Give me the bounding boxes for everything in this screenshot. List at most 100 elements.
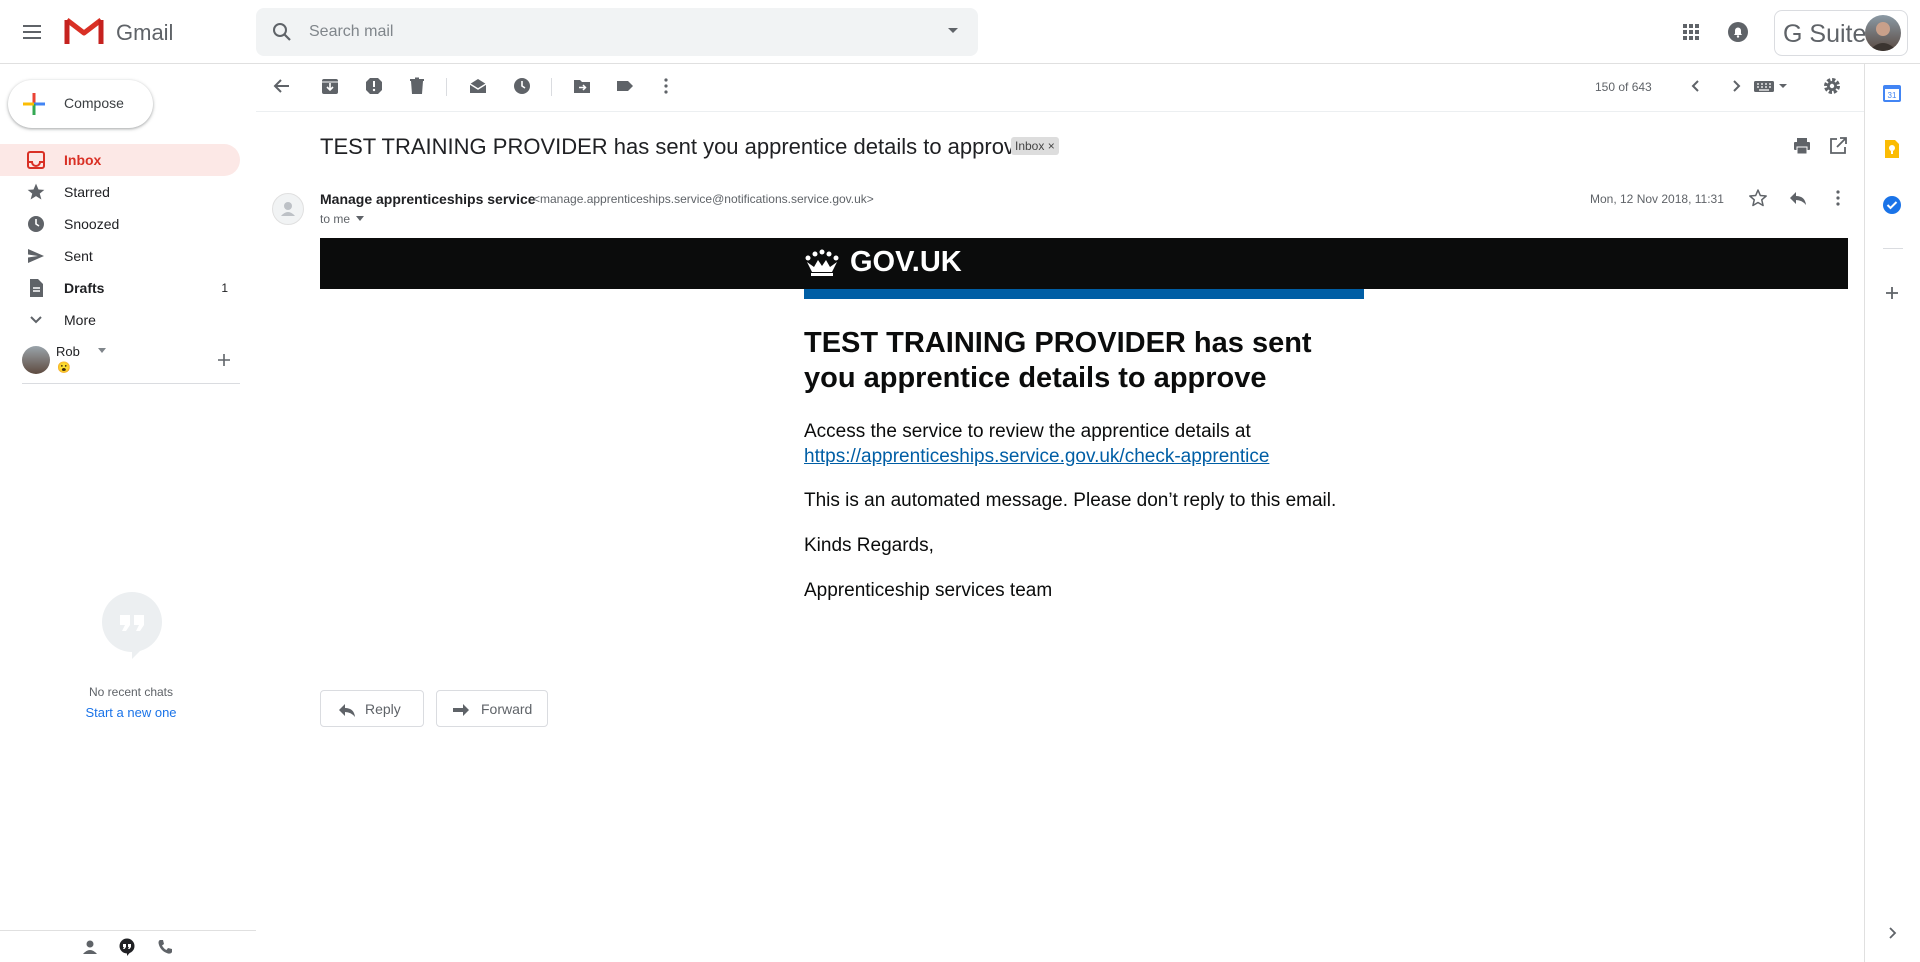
side-panel-divider: [1883, 248, 1903, 249]
expand-panel-icon[interactable]: [1881, 922, 1903, 944]
send-icon: [26, 246, 46, 266]
sidebar-item-label: Snoozed: [64, 216, 120, 232]
gsuite-logo: G Suite: [1783, 20, 1867, 48]
apprentice-check-link[interactable]: https://apprenticeships.service.gov.uk/c…: [804, 446, 1269, 467]
gmail-wordmark[interactable]: Gmail: [116, 20, 173, 46]
compose-button[interactable]: Compose: [8, 80, 153, 128]
move-to-icon[interactable]: [572, 76, 592, 96]
sidebar-item-label: Drafts: [64, 280, 105, 296]
add-addon-plus-icon[interactable]: [1881, 282, 1903, 304]
calendar-icon[interactable]: 31: [1881, 82, 1903, 104]
sidebar-item-label: More: [64, 312, 96, 328]
phone-icon[interactable]: [155, 937, 175, 957]
search-box[interactable]: Search mail: [256, 8, 978, 56]
archive-icon[interactable]: [320, 76, 340, 96]
delete-icon[interactable]: [407, 76, 427, 96]
govuk-header-bar: GOV.UK: [320, 238, 1848, 289]
email-subject: TEST TRAINING PROVIDER has sent you appr…: [320, 134, 1028, 159]
show-details-icon[interactable]: [356, 216, 364, 221]
sender-name[interactable]: Manage apprenticeships service: [320, 191, 536, 207]
sidebar-item-label: Inbox: [64, 152, 102, 168]
star-outline-icon[interactable]: [1748, 188, 1768, 208]
forward-button[interactable]: Forward: [436, 690, 548, 727]
sidebar-item-sent[interactable]: Sent: [0, 240, 240, 272]
search-input[interactable]: Search mail: [309, 23, 393, 41]
keyboard-icon[interactable]: [1753, 76, 1793, 96]
no-chats-text: No recent chats: [88, 685, 174, 699]
snooze-icon[interactable]: [512, 76, 532, 96]
divider: [22, 383, 240, 384]
compose-plus-icon: [22, 92, 46, 116]
forward-label: Forward: [481, 701, 533, 717]
hangouts-quote-icon: [101, 591, 163, 659]
clock-icon: [26, 214, 46, 234]
side-panel: 31: [1864, 64, 1920, 962]
email-paragraph: This is an automated message. Please don…: [804, 490, 1337, 511]
toolbar-divider: [551, 78, 552, 96]
chevron-left-icon[interactable]: [1686, 76, 1706, 96]
message-toolbar: 150 of 643: [256, 64, 1864, 112]
reply-label: Reply: [365, 701, 401, 717]
report-spam-icon[interactable]: [364, 76, 384, 96]
email-body-text: Access the service to review the apprent…: [804, 421, 1251, 442]
hangouts-bottom-bar: [0, 930, 256, 962]
hangouts-user[interactable]: Rob 😮: [22, 344, 240, 384]
more-vert-icon[interactable]: [1828, 188, 1848, 208]
govuk-logo-text: GOV.UK: [850, 246, 962, 278]
keep-icon[interactable]: [1881, 138, 1903, 160]
gmail-logo-icon[interactable]: [64, 16, 104, 46]
inbox-label-badge[interactable]: Inbox ×: [1011, 137, 1059, 155]
chevron-right-icon[interactable]: [1726, 76, 1746, 96]
notifications-icon[interactable]: [1726, 20, 1750, 44]
sender-avatar[interactable]: [272, 193, 304, 225]
hangouts-avatar[interactable]: [22, 346, 50, 374]
email-paragraph: Apprenticeship services team: [804, 580, 1053, 601]
recipient-text[interactable]: to me: [320, 212, 350, 226]
label-name: Inbox: [1015, 139, 1045, 153]
sidebar-item-starred[interactable]: Starred: [0, 176, 240, 208]
start-new-chat-link[interactable]: Start a new one: [0, 705, 262, 720]
settings-gear-icon[interactable]: [1822, 76, 1842, 96]
drafts-count: 1: [221, 281, 228, 295]
account-avatar[interactable]: [1865, 15, 1901, 51]
account-button[interactable]: G Suite: [1774, 10, 1908, 56]
mark-unread-icon[interactable]: [468, 76, 488, 96]
svg-text:31: 31: [1888, 91, 1897, 100]
new-chat-plus-icon[interactable]: [216, 352, 232, 368]
message-date: Mon, 12 Nov 2018, 11:31: [1590, 192, 1724, 206]
main-menu-icon[interactable]: [20, 20, 44, 44]
more-vert-icon[interactable]: [656, 76, 676, 96]
search-icon[interactable]: [270, 20, 294, 44]
apps-grid-icon[interactable]: [1679, 20, 1703, 44]
sender-email: <manage.apprenticeships.service@notifica…: [533, 192, 874, 206]
sidebar-item-drafts[interactable]: Drafts 1: [0, 272, 240, 304]
search-options-icon[interactable]: [948, 28, 958, 34]
hangouts-icon[interactable]: [117, 937, 137, 957]
email-paragraph: Access the service to review the apprent…: [804, 419, 1364, 469]
hangouts-user-name[interactable]: Rob: [56, 344, 80, 359]
pagination-count: 150 of 643: [1595, 80, 1652, 94]
print-icon[interactable]: [1792, 136, 1812, 156]
chevron-down-icon: [26, 310, 46, 330]
sidebar-item-label: Sent: [64, 248, 93, 264]
status-menu-icon[interactable]: [98, 348, 106, 353]
govuk-blue-underline: [804, 289, 1364, 299]
crown-icon: [804, 248, 840, 278]
sidebar-item-more[interactable]: More: [0, 304, 240, 336]
compose-label: Compose: [64, 95, 124, 111]
sidebar-item-snoozed[interactable]: Snoozed: [0, 208, 240, 240]
email-heading: TEST TRAINING PROVIDER has sent you appr…: [804, 327, 1312, 394]
forward-icon: [451, 700, 471, 720]
person-icon[interactable]: [80, 937, 100, 957]
open-new-window-icon[interactable]: [1828, 136, 1848, 156]
reply-button[interactable]: Reply: [320, 690, 424, 727]
draft-icon: [26, 278, 46, 298]
remove-label-icon[interactable]: ×: [1048, 139, 1055, 153]
sidebar-item-label: Starred: [64, 184, 110, 200]
label-icon[interactable]: [615, 76, 635, 96]
back-arrow-icon[interactable]: [272, 76, 292, 96]
tasks-icon[interactable]: [1881, 194, 1903, 216]
sidebar-item-inbox[interactable]: Inbox: [0, 144, 240, 176]
reply-icon[interactable]: [1788, 188, 1808, 208]
top-bar: Gmail Search mail G Suite: [0, 0, 1920, 64]
